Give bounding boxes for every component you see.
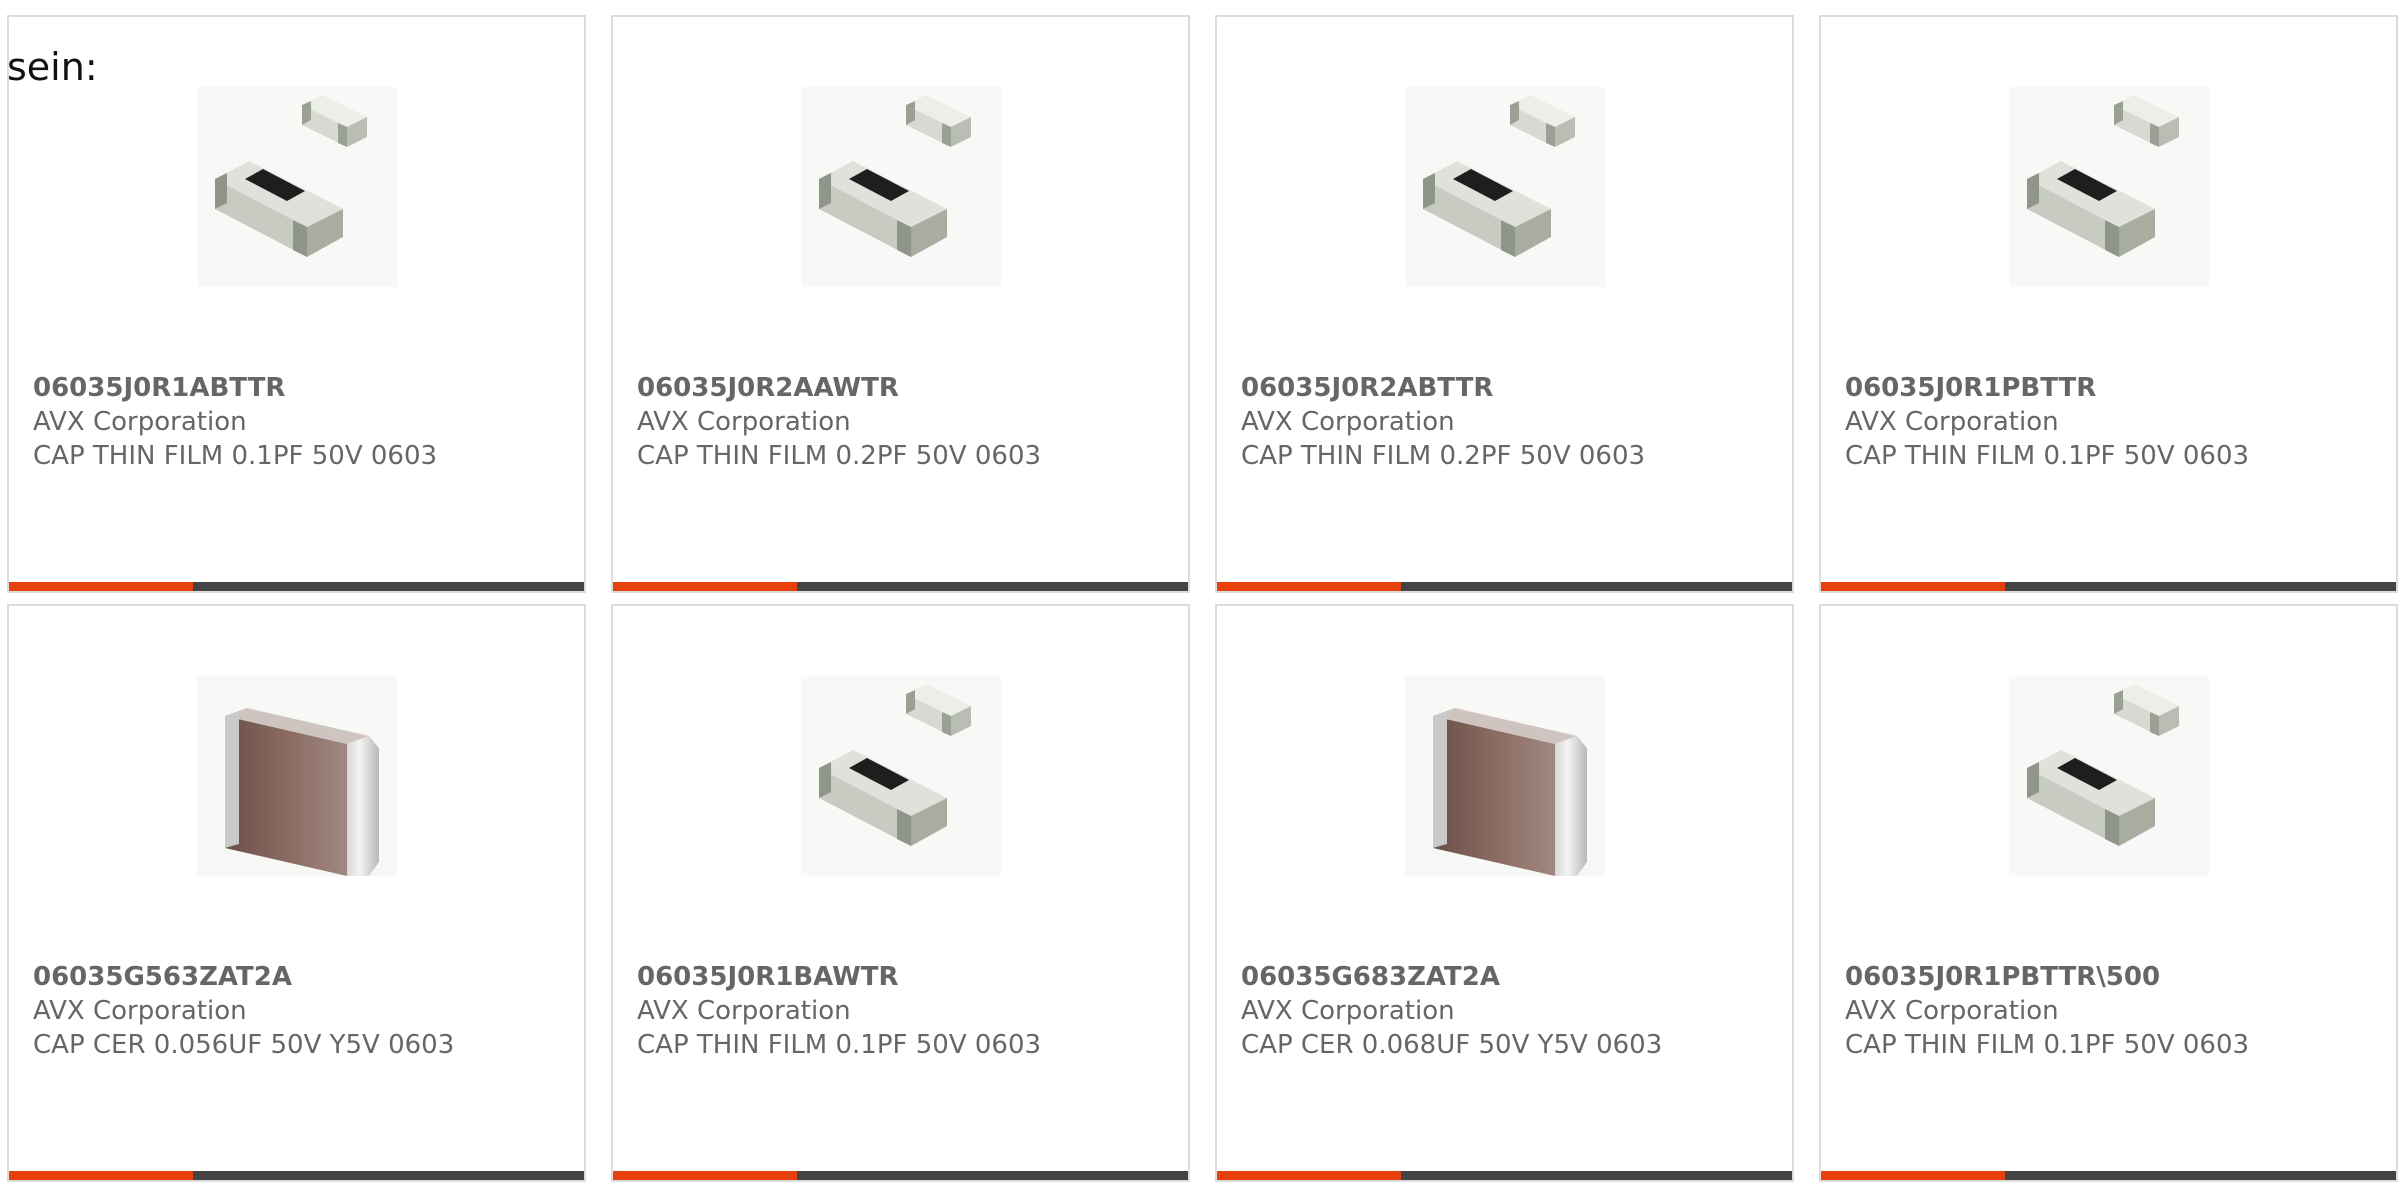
product-card[interactable]: 06035J0R2ABTTR AVX Corporation CAP THIN … — [1215, 15, 1794, 593]
part-number: 06035J0R1ABTTR — [33, 373, 286, 403]
product-card[interactable]: 06035J0R2AAWTR AVX Corporation CAP THIN … — [611, 15, 1190, 593]
thin-film-cap-image — [801, 676, 1001, 876]
product-image — [2008, 676, 2209, 876]
product-card[interactable]: 06035J0R1PBTTR\500 AVX Corporation CAP T… — [1819, 604, 2398, 1182]
product-image — [2008, 87, 2209, 287]
card-accent-bar — [1821, 1171, 2005, 1180]
description: CAP THIN FILM 0.1PF 50V 0603 — [33, 441, 438, 471]
ceramic-cap-image — [1405, 676, 1605, 876]
product-card[interactable]: 06035J0R1BAWTR AVX Corporation CAP THIN … — [611, 604, 1190, 1182]
product-card[interactable]: 06035G563ZAT2A AVX Corporation CAP CER 0… — [7, 604, 586, 1182]
manufacturer: AVX Corporation — [1845, 996, 2059, 1026]
description: CAP THIN FILM 0.1PF 50V 0603 — [1845, 1030, 2250, 1060]
part-number: 06035J0R1BAWTR — [637, 962, 899, 992]
manufacturer: AVX Corporation — [33, 407, 247, 437]
product-image — [800, 87, 1001, 287]
product-card[interactable]: 06035J0R1ABTTR AVX Corporation CAP THIN … — [7, 15, 586, 593]
part-number: 06035G563ZAT2A — [33, 962, 292, 992]
manufacturer: AVX Corporation — [33, 996, 247, 1026]
product-grid: 06035J0R1ABTTR AVX Corporation CAP THIN … — [0, 0, 2400, 1182]
thin-film-cap-image — [1405, 87, 1605, 287]
description: CAP THIN FILM 0.2PF 50V 0603 — [1241, 441, 1646, 471]
thin-film-cap-image — [197, 87, 397, 287]
card-accent-bar — [1217, 1171, 1401, 1180]
product-image — [196, 87, 397, 287]
description: CAP THIN FILM 0.1PF 50V 0603 — [1845, 441, 2250, 471]
description: CAP CER 0.068UF 50V Y5V 0603 — [1241, 1030, 1663, 1060]
manufacturer: AVX Corporation — [637, 996, 851, 1026]
part-number: 06035J0R1PBTTR — [1845, 373, 2097, 403]
thin-film-cap-image — [2009, 676, 2209, 876]
product-image — [1404, 676, 1605, 876]
manufacturer: AVX Corporation — [1845, 407, 2059, 437]
product-image — [800, 676, 1001, 876]
description: CAP THIN FILM 0.2PF 50V 0603 — [637, 441, 1042, 471]
manufacturer: AVX Corporation — [637, 407, 851, 437]
card-accent-bar — [613, 1171, 797, 1180]
thin-film-cap-image — [2009, 87, 2209, 287]
card-accent-bar — [1217, 582, 1401, 591]
card-accent-bar — [9, 1171, 193, 1180]
intro-text: sein: — [7, 45, 98, 89]
ceramic-cap-image — [197, 676, 397, 876]
part-number: 06035J0R2ABTTR — [1241, 373, 1494, 403]
product-card[interactable]: 06035J0R1PBTTR AVX Corporation CAP THIN … — [1819, 15, 2398, 593]
part-number: 06035J0R1PBTTR\500 — [1845, 962, 2161, 992]
card-accent-bar — [1821, 582, 2005, 591]
description: CAP CER 0.056UF 50V Y5V 0603 — [33, 1030, 455, 1060]
product-image — [1404, 87, 1605, 287]
thin-film-cap-image — [801, 87, 1001, 287]
product-image — [196, 676, 397, 876]
card-accent-bar — [9, 582, 193, 591]
manufacturer: AVX Corporation — [1241, 407, 1455, 437]
description: CAP THIN FILM 0.1PF 50V 0603 — [637, 1030, 1042, 1060]
manufacturer: AVX Corporation — [1241, 996, 1455, 1026]
product-card[interactable]: 06035G683ZAT2A AVX Corporation CAP CER 0… — [1215, 604, 1794, 1182]
part-number: 06035J0R2AAWTR — [637, 373, 899, 403]
part-number: 06035G683ZAT2A — [1241, 962, 1500, 992]
card-accent-bar — [613, 582, 797, 591]
